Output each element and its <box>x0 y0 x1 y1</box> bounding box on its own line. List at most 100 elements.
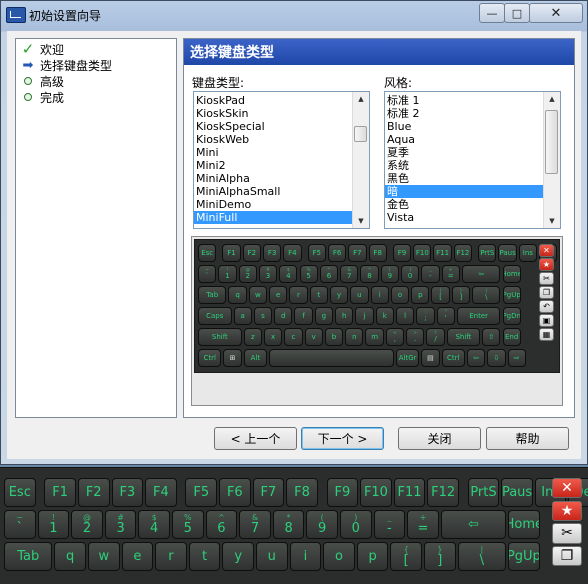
f4-key[interactable]: F4 <box>145 478 177 507</box>
symbol-key[interactable]: ⇧ <box>482 328 501 346</box>
8-key[interactable]: * 8 <box>360 265 379 283</box>
pgup-key[interactable]: PgUp <box>508 542 540 571</box>
u-key[interactable]: u <box>256 542 288 571</box>
list-item[interactable]: 金色 <box>385 198 560 211</box>
c-key[interactable]: c <box>284 328 303 346</box>
list-item[interactable]: 标准 1 <box>385 94 560 107</box>
list-item[interactable]: 黑色 <box>385 172 560 185</box>
6-key[interactable]: ^ 6 <box>205 510 238 539</box>
pgdn-key[interactable]: PgDn <box>502 307 521 325</box>
pgup-key[interactable]: PgUp <box>502 286 521 304</box>
symbol-key[interactable]: | \ <box>472 286 501 304</box>
symbol-key[interactable]: ⇦ <box>461 265 501 283</box>
close-keyboard-icon[interactable]: ✕ <box>552 478 582 499</box>
f6-key[interactable]: F6 <box>219 478 251 507</box>
o-key[interactable]: o <box>390 286 410 304</box>
paus-key[interactable]: Paus <box>501 478 533 507</box>
list-item[interactable]: MiniDemo <box>194 198 369 211</box>
keyboard-type-scrollbar[interactable]: ▲ ▼ <box>352 92 369 228</box>
minimize-button[interactable]: — <box>479 3 505 23</box>
7-key[interactable]: & 7 <box>340 265 359 283</box>
step-welcome[interactable]: ✓ 欢迎 <box>20 40 64 58</box>
m-key[interactable]: m <box>365 328 384 346</box>
alt-key[interactable]: Alt <box>243 349 268 367</box>
f4-key[interactable]: F4 <box>283 244 302 262</box>
f11-key[interactable]: F11 <box>393 478 426 507</box>
copy-icon[interactable]: ❐ <box>539 286 554 299</box>
2-key[interactable]: @2 <box>71 510 103 539</box>
list-item[interactable]: KioskSpecial <box>194 120 369 133</box>
f7-key[interactable]: F7 <box>348 244 367 262</box>
y-key[interactable]: y <box>329 286 349 304</box>
s-key[interactable]: s <box>253 307 273 325</box>
u-key[interactable]: u <box>350 286 369 304</box>
symbol-key[interactable]: <, <box>385 328 405 346</box>
j-key[interactable]: j <box>355 307 374 325</box>
shift-key[interactable]: Shift <box>198 328 242 346</box>
paste-icon[interactable]: ▣ <box>539 314 554 327</box>
close-window-button[interactable]: ✕ <box>529 3 583 23</box>
settings-icon[interactable]: ✂ <box>552 523 582 544</box>
symbol-key[interactable]: ~ ` <box>198 265 217 283</box>
i-key[interactable]: i <box>289 542 322 571</box>
w-key[interactable]: w <box>88 542 120 571</box>
symbol-key[interactable]: {[ <box>431 286 450 304</box>
list-item[interactable]: Blue <box>385 120 560 133</box>
scroll-thumb[interactable] <box>354 126 367 142</box>
f3-key[interactable]: F3 <box>262 244 282 262</box>
9-key[interactable]: (9 <box>306 510 338 539</box>
i-key[interactable]: i <box>370 286 389 304</box>
f7-key[interactable]: F7 <box>252 478 285 507</box>
title-bar[interactable]: 初始设置向导 — □ ✕ <box>1 1 587 29</box>
undo-icon[interactable]: ↶ <box>539 300 554 313</box>
symbol-key[interactable]: " ' <box>436 307 455 325</box>
z-key[interactable]: z <box>243 328 262 346</box>
keyboard-type-list[interactable]: KioskPad KioskSkin KioskSpecial KioskWeb Min… <box>193 91 370 229</box>
end-key[interactable]: End <box>502 328 521 346</box>
tab-key[interactable]: Tab <box>198 286 227 304</box>
style-list[interactable]: 标准 1 标准 2 Blue Aqua 夏季 系统 黑色暗金色 Vista ▲ ▼ <box>384 91 561 229</box>
4-key[interactable]: $4 <box>279 265 298 283</box>
symbol-key[interactable]: | \ <box>457 542 506 571</box>
r-key[interactable]: r <box>155 542 187 571</box>
4-key[interactable]: $4 <box>138 510 170 539</box>
f8-key[interactable]: F8 <box>286 478 318 507</box>
home-key[interactable]: Home <box>508 510 540 539</box>
symbol-key[interactable]: >. <box>406 328 425 346</box>
6-key[interactable]: ^ 6 <box>319 265 339 283</box>
esc-key[interactable]: Esc <box>198 244 217 262</box>
symbol-key[interactable]: _ - <box>421 265 440 283</box>
language-flag-icon[interactable]: ★ <box>539 258 554 271</box>
q-key[interactable]: q <box>54 542 86 571</box>
f5-key[interactable]: F5 <box>185 478 218 507</box>
t-key[interactable]: t <box>309 286 328 304</box>
3-key[interactable]: #3 <box>258 265 278 283</box>
symbol-key[interactable]: + = <box>441 265 460 283</box>
symbol-key[interactable]: ~ ` <box>4 510 36 539</box>
scroll-up-icon[interactable]: ▲ <box>544 92 560 106</box>
ctrl-key[interactable]: Ctrl <box>441 349 465 367</box>
list-item[interactable]: Mini2 <box>194 159 369 172</box>
altgr-key[interactable]: AltGr <box>395 349 420 367</box>
f11-key[interactable]: F11 <box>433 244 452 262</box>
symbol-key[interactable]: :; <box>416 307 435 325</box>
symbol-key[interactable]: ⇦ <box>466 349 486 367</box>
step-finish[interactable]: 完成 <box>20 89 64 105</box>
a-key[interactable]: a <box>233 307 252 325</box>
list-item[interactable]: 标准 2 <box>385 107 560 120</box>
r-key[interactable]: r <box>289 286 308 304</box>
caps-key[interactable]: Caps <box>198 307 232 325</box>
3-key[interactable]: #3 <box>104 510 137 539</box>
symbol-key[interactable]: _ - <box>373 510 406 539</box>
d-key[interactable]: d <box>274 307 293 325</box>
w-key[interactable]: w <box>248 286 268 304</box>
list-item[interactable]: KioskSkin <box>194 107 369 120</box>
close-keyboard-icon[interactable]: ✕ <box>539 244 554 257</box>
f9-key[interactable]: F9 <box>392 244 412 262</box>
l-key[interactable]: l <box>395 307 415 325</box>
enter-key[interactable]: Enter <box>456 307 501 325</box>
p-key[interactable]: p <box>411 286 430 304</box>
f6-key[interactable]: F6 <box>327 244 347 262</box>
k-key[interactable]: k <box>375 307 394 325</box>
back-button[interactable]: < 上一个 <box>214 427 297 450</box>
